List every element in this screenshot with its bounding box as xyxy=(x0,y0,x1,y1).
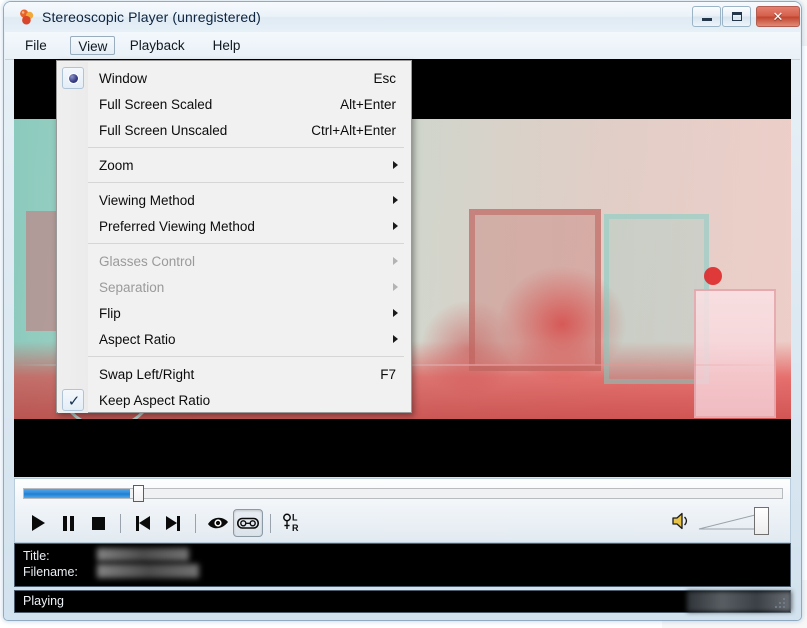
menu-item-label: Full Screen Unscaled xyxy=(99,123,227,138)
glasses-toggle-button[interactable] xyxy=(233,509,263,537)
scene-red-dot xyxy=(704,267,722,285)
toolbar-separator xyxy=(270,514,271,533)
previous-icon xyxy=(136,516,150,531)
next-button[interactable] xyxy=(158,509,188,537)
menu-item-label: Flip xyxy=(99,306,121,321)
svg-text:R: R xyxy=(292,523,299,533)
seek-thumb[interactable] xyxy=(133,485,144,502)
menu-file[interactable]: File xyxy=(18,36,54,55)
menu-item-label: Swap Left/Right xyxy=(99,367,194,382)
menu-separator xyxy=(88,356,404,357)
menu-item-label: Window xyxy=(99,71,147,86)
menu-item-flip[interactable]: Flip xyxy=(58,300,412,326)
volume-thumb[interactable] xyxy=(754,507,769,535)
submenu-arrow-icon xyxy=(393,161,398,169)
menu-item-zoom[interactable]: Zoom xyxy=(58,152,412,178)
seek-progress-fill xyxy=(24,489,130,498)
menu-separator xyxy=(88,182,404,183)
svg-text:L: L xyxy=(292,513,298,523)
pause-icon xyxy=(63,516,74,531)
volume-track[interactable] xyxy=(698,513,756,531)
previous-button[interactable] xyxy=(128,509,158,537)
play-icon xyxy=(32,515,45,531)
menu-item-full-screen-scaled[interactable]: Full Screen Scaled Alt+Enter xyxy=(58,91,412,117)
toolbar-separator xyxy=(120,514,121,533)
menu-item-label: Viewing Method xyxy=(99,193,195,208)
submenu-arrow-icon xyxy=(393,257,398,265)
menu-item-preferred-viewing-method[interactable]: Preferred Viewing Method xyxy=(58,213,412,239)
resize-grip-icon[interactable] xyxy=(773,596,787,610)
menu-item-keep-aspect-ratio[interactable]: ✓ Keep Aspect Ratio xyxy=(58,387,412,413)
menu-item-label: Preferred Viewing Method xyxy=(99,219,255,234)
submenu-arrow-icon xyxy=(393,335,398,343)
close-icon: ✕ xyxy=(757,7,799,26)
menu-item-viewing-method[interactable]: Viewing Method xyxy=(58,187,412,213)
menu-playback[interactable]: Playback xyxy=(123,36,192,55)
radio-indicator-box xyxy=(62,67,84,89)
menu-help[interactable]: Help xyxy=(206,36,248,55)
app-spheres-icon xyxy=(18,8,36,26)
filename-value-redacted xyxy=(97,564,199,578)
speaker-icon xyxy=(670,510,692,532)
letterbox-bottom xyxy=(14,419,791,477)
pause-button[interactable] xyxy=(53,509,83,537)
maximize-button[interactable] xyxy=(722,6,751,27)
menu-item-label: Keep Aspect Ratio xyxy=(99,393,210,408)
stop-button[interactable] xyxy=(83,509,113,537)
menu-item-swap-left-right[interactable]: Swap Left/Right F7 xyxy=(58,361,412,387)
eye-view-button[interactable] xyxy=(203,509,233,537)
menu-item-separation: Separation xyxy=(58,274,412,300)
menu-item-shortcut: F7 xyxy=(380,367,396,382)
menu-item-glasses-control: Glasses Control xyxy=(58,248,412,274)
submenu-arrow-icon xyxy=(393,283,398,291)
menu-item-full-screen-unscaled[interactable]: Full Screen Unscaled Ctrl+Alt+Enter xyxy=(58,117,412,143)
check-icon: ✓ xyxy=(63,390,85,412)
menu-item-label: Zoom xyxy=(99,158,134,173)
scene-poster xyxy=(694,289,776,418)
lr-icon: L R xyxy=(281,512,305,534)
next-icon xyxy=(166,516,180,531)
stop-icon xyxy=(92,517,105,530)
scene-doorway xyxy=(469,209,601,371)
menu-item-shortcut: Ctrl+Alt+Enter xyxy=(311,123,396,138)
submenu-arrow-icon xyxy=(393,222,398,230)
menu-item-label: Glasses Control xyxy=(99,254,195,269)
transport-controls: L R xyxy=(23,507,353,539)
menu-bar: File View Playback Help xyxy=(5,32,800,60)
eye-icon xyxy=(207,515,229,531)
radio-bullet-icon xyxy=(69,74,78,83)
status-bar: Playing xyxy=(14,590,791,613)
stereoscopic-player-window: Stereoscopic Player (unregistered) ✕ Fil… xyxy=(4,2,801,620)
menu-item-shortcut: Alt+Enter xyxy=(340,97,396,112)
close-button[interactable]: ✕ xyxy=(756,6,800,27)
view-dropdown-menu[interactable]: WindowEscFull Screen ScaledAlt+EnterFull… xyxy=(56,60,412,413)
title-value-redacted xyxy=(97,548,189,561)
filename-label: Filename: xyxy=(23,565,78,579)
media-info-panel: Title: Filename: xyxy=(14,543,791,587)
player-control-panel: L R xyxy=(14,478,791,543)
title-label: Title: xyxy=(23,549,50,563)
check-indicator-box: ✓ xyxy=(62,389,84,411)
seek-bar[interactable] xyxy=(23,485,783,501)
submenu-arrow-icon xyxy=(393,196,398,204)
left-right-button[interactable]: L R xyxy=(278,509,308,537)
title-bar[interactable]: Stereoscopic Player (unregistered) ✕ xyxy=(4,2,801,32)
play-button[interactable] xyxy=(23,509,53,537)
status-text: Playing xyxy=(23,594,64,608)
menu-item-aspect-ratio[interactable]: Aspect Ratio xyxy=(58,326,412,352)
volume-control[interactable] xyxy=(670,507,780,537)
menu-item-label: Separation xyxy=(99,280,164,295)
minimize-button[interactable] xyxy=(692,6,721,27)
menu-item-window[interactable]: Window Esc xyxy=(58,65,412,91)
submenu-arrow-icon xyxy=(393,309,398,317)
toolbar-separator xyxy=(195,514,196,533)
menu-item-shortcut: Esc xyxy=(373,71,396,86)
menu-item-label: Full Screen Scaled xyxy=(99,97,212,112)
window-title: Stereoscopic Player (unregistered) xyxy=(42,7,261,27)
menu-separator xyxy=(88,243,404,244)
menu-view[interactable]: View xyxy=(70,36,115,55)
menu-item-label: Aspect Ratio xyxy=(99,332,176,347)
menu-separator xyxy=(88,147,404,148)
glasses-icon xyxy=(237,517,259,530)
